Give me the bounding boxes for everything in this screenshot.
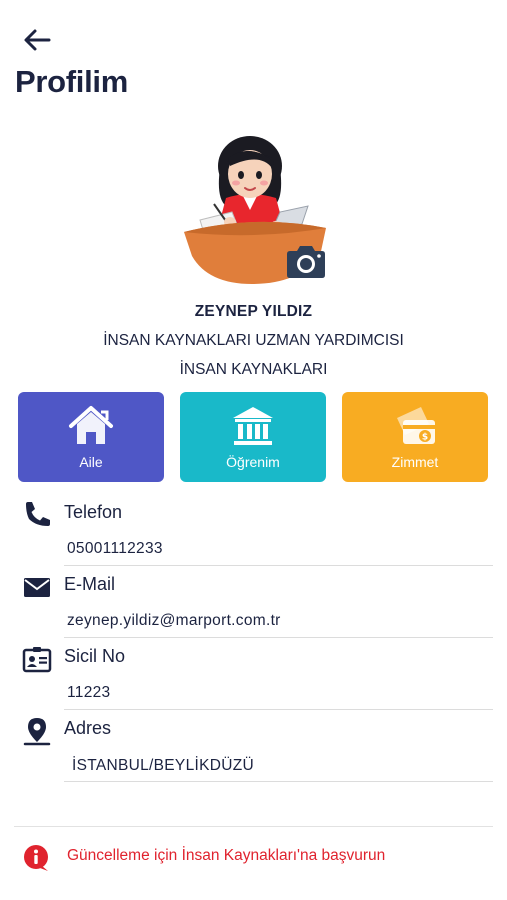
phone-label: Telefon [64,502,123,522]
user-name: ZEYNEP YILDIZ [194,303,313,320]
arrow-left-icon [24,29,51,51]
svg-text:$: $ [422,433,428,443]
divider [64,637,493,638]
update-notice: Güncelleme için İnsan Kaynakları'na başv… [67,847,386,864]
tile-label-zimmet: Zimmet [391,454,439,470]
profile-tiles: Aile Öğrenim $ Zimmet [18,392,488,482]
tile-ogrenim[interactable]: Öğrenim [180,392,326,482]
back-button[interactable] [22,26,52,54]
camera-icon [287,246,325,278]
phone-icon [26,502,50,526]
divider [64,781,493,782]
tile-label-ogrenim: Öğrenim [226,454,280,470]
tile-zimmet[interactable]: $ Zimmet [342,392,488,482]
home-icon [69,406,113,444]
profile-avatar [180,128,330,286]
email-value[interactable]: zeynep.yildiz@marport.com.tr [67,612,281,630]
map-pin-icon [23,718,51,746]
money-card-icon: $ [397,407,435,444]
user-department: İNSAN KAYNAKLARI [179,361,328,378]
tile-aile[interactable]: Aile [18,392,164,482]
institution-icon [233,407,273,445]
user-job-title: İNSAN KAYNAKLARI UZMAN YARDIMCISI [103,332,404,349]
divider [14,826,493,827]
camera-button[interactable] [284,243,328,281]
envelope-icon [24,578,50,597]
id-card-icon [22,647,52,673]
email-label: E-Mail [64,574,116,594]
address-label: Adres [64,718,112,738]
page-title: Profilim [15,64,129,99]
divider [64,565,493,566]
tile-label-aile: Aile [79,454,103,470]
divider [64,709,493,710]
phone-value[interactable]: 05001112233 [67,540,163,558]
registry-label: Sicil No [64,646,126,666]
info-circle-icon [24,845,48,871]
address-value[interactable]: İSTANBUL/BEYLİKDÜZÜ [72,757,254,775]
registry-value[interactable]: 11223 [67,684,110,702]
